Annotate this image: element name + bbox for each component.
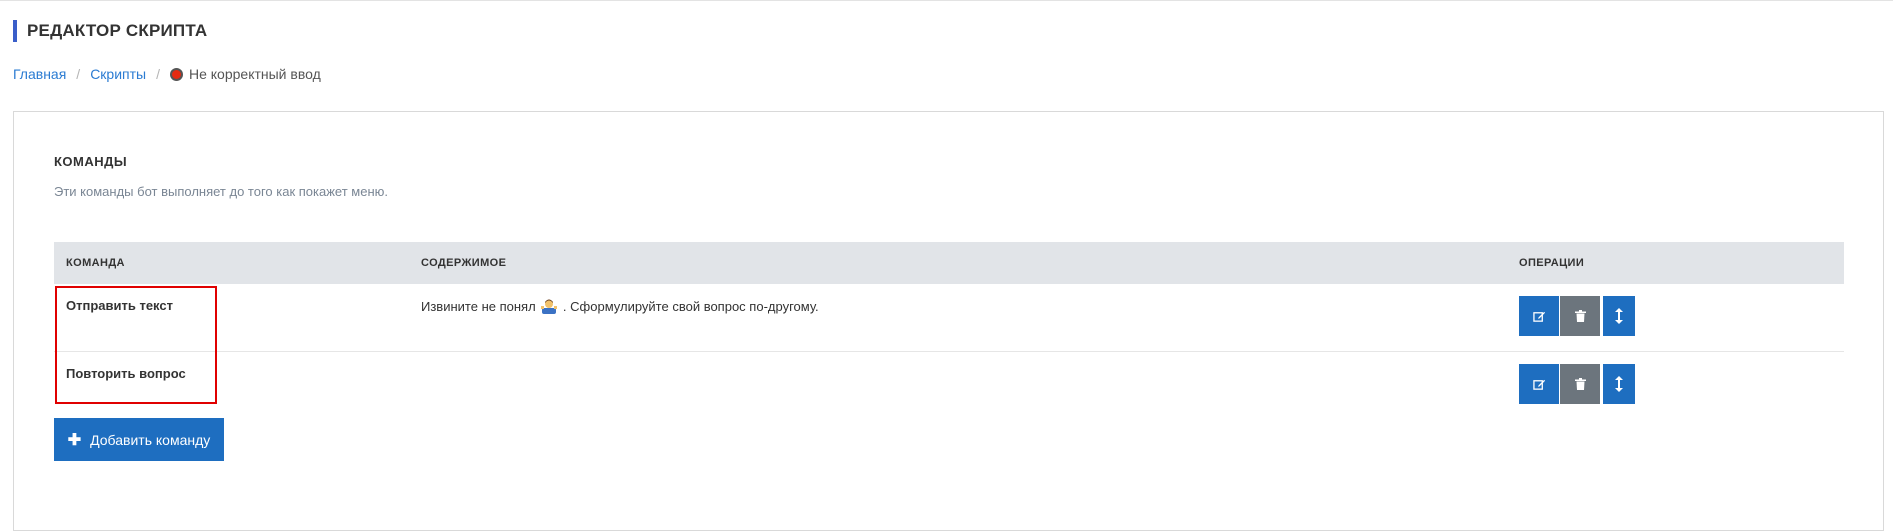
operations-cell <box>1507 352 1844 420</box>
trash-icon <box>1574 378 1586 390</box>
column-header-command: КОМАНДА <box>66 257 125 269</box>
delete-button[interactable] <box>1560 296 1600 336</box>
table-row: Повторить вопрос <box>54 352 1844 420</box>
top-divider <box>0 0 1893 1</box>
section-title: КОМАНДЫ <box>54 154 128 169</box>
edit-icon <box>1532 379 1545 390</box>
command-content: Извините не понял . Сформулируйте свой в… <box>409 284 1507 352</box>
move-vertical-icon <box>1615 376 1623 392</box>
operations-cell <box>1507 284 1844 352</box>
breadcrumb-separator: / <box>76 66 81 82</box>
move-vertical-icon <box>1615 308 1623 324</box>
operations-group <box>1519 364 1832 404</box>
section-description: Эти команды бот выполняет до того как по… <box>54 184 388 199</box>
move-button[interactable] <box>1603 296 1635 336</box>
edit-icon <box>1532 311 1545 322</box>
edit-button[interactable] <box>1519 296 1559 336</box>
page-title: РЕДАКТОР СКРИПТА <box>13 20 207 42</box>
operations-group <box>1519 296 1832 336</box>
add-command-button[interactable]: ✚ Добавить команду <box>54 418 224 461</box>
status-dot-icon <box>169 67 183 81</box>
breadcrumb: Главная / Скрипты / Не корректный ввод <box>13 65 321 83</box>
person-shrugging-emoji-icon <box>541 299 558 314</box>
command-name: Повторить вопрос <box>66 366 186 381</box>
breadcrumb-home-link[interactable]: Главная <box>13 65 66 83</box>
commands-table: КОМАНДА СОДЕРЖИМОЕ ОПЕРАЦИИ Отправить те… <box>54 242 1844 419</box>
breadcrumb-current: Не корректный ввод <box>188 66 321 82</box>
add-command-label: Добавить команду <box>90 431 211 448</box>
breadcrumb-separator: / <box>156 66 160 82</box>
command-name: Отправить текст <box>54 284 409 352</box>
column-header-content: СОДЕРЖИМОЕ <box>421 257 507 269</box>
commands-panel: КОМАНДЫ Эти команды бот выполняет до тог… <box>13 111 1884 531</box>
content-text: Извините не понял <box>421 299 536 314</box>
delete-button[interactable] <box>1560 364 1600 404</box>
column-header-operations: ОПЕРАЦИИ <box>1519 257 1585 269</box>
trash-icon <box>1574 310 1586 322</box>
table-header-row: КОМАНДА СОДЕРЖИМОЕ ОПЕРАЦИИ <box>54 242 1844 284</box>
breadcrumb-scripts-link[interactable]: Скрипты <box>90 65 146 83</box>
command-content <box>409 352 1507 420</box>
table-row: Отправить текст Извините не понял . Сфор… <box>54 284 1844 352</box>
move-button[interactable] <box>1603 364 1635 404</box>
edit-button[interactable] <box>1519 364 1559 404</box>
plus-icon: ✚ <box>67 431 82 449</box>
content-text-continued: . Сформулируйте свой вопрос по-другому. <box>562 299 819 314</box>
